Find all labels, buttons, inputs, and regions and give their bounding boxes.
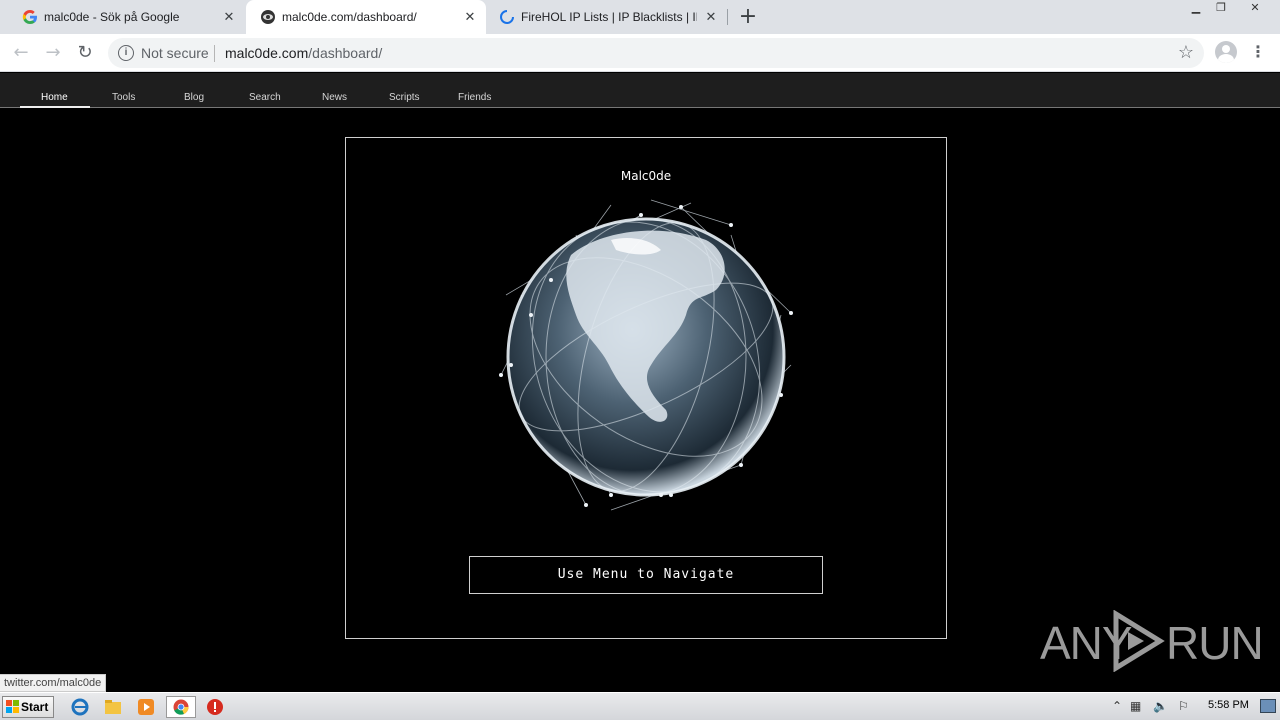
internet-explorer-icon[interactable] <box>70 697 90 717</box>
volume-icon[interactable]: 🔈 <box>1153 699 1168 713</box>
info-icon[interactable]: i <box>118 45 134 61</box>
navigate-prompt-button[interactable]: Use Menu to Navigate <box>469 556 823 594</box>
browser-tab-strip: malc0de - Sök på Google ✕ malc0de.com/da… <box>0 0 1280 34</box>
tab-dashboard[interactable]: malc0de.com/dashboard/ ✕ <box>246 0 486 34</box>
reload-button[interactable]: ↻ <box>73 41 97 65</box>
anyrun-watermark: ANY RUN <box>1040 608 1264 672</box>
network-globe-image <box>499 199 793 511</box>
windows-taskbar: Start ⌃ ▦ 🔈 ⚐ 5:58 PM <box>0 692 1280 720</box>
nav-search[interactable]: Search <box>249 92 281 103</box>
play-triangle-icon <box>1113 610 1165 672</box>
windows-logo-icon <box>6 700 19 713</box>
close-tab-icon[interactable]: ✕ <box>221 9 237 25</box>
security-label: Not secure <box>141 45 209 61</box>
close-tab-icon[interactable]: ✕ <box>462 9 478 25</box>
media-player-icon[interactable] <box>136 697 156 717</box>
active-nav-indicator <box>20 106 90 108</box>
new-tab-button[interactable]: + <box>737 6 759 29</box>
bookmark-star-icon[interactable]: ☆ <box>1178 42 1194 63</box>
minimize-button[interactable]: ▁ <box>1183 0 1209 18</box>
link-status-bubble: twitter.com/malc0de <box>0 674 107 692</box>
nav-friends[interactable]: Friends <box>458 92 491 103</box>
loading-spinner-icon <box>500 10 514 24</box>
watermark-text-right: RUN <box>1166 617 1264 669</box>
url-host: malc0de.com <box>225 45 309 61</box>
profile-avatar-icon[interactable] <box>1215 41 1237 63</box>
tab-title: malc0de.com/dashboard/ <box>282 10 417 24</box>
warning-shield-icon[interactable] <box>205 697 225 717</box>
nav-blog[interactable]: Blog <box>184 92 204 103</box>
start-button[interactable]: Start <box>2 696 54 718</box>
site-navigation: Home Tools Blog Search News Scripts Frie… <box>0 73 1280 108</box>
chrome-taskbar-button[interactable] <box>166 696 196 718</box>
tab-title: malc0de - Sök på Google <box>44 10 180 24</box>
address-bar[interactable]: i Not secure malc0de.com/dashboard/ ☆ <box>108 38 1204 68</box>
tab-firehol[interactable]: FireHOL IP Lists | IP Blacklists | IP Bl… <box>487 0 727 34</box>
dashboard-panel: Malc0de Use Menu to Navigate <box>345 137 947 639</box>
show-hidden-icons-icon[interactable]: ⌃ <box>1112 699 1122 713</box>
tab-google-search[interactable]: malc0de - Sök på Google ✕ <box>0 0 245 34</box>
action-center-flag-icon[interactable]: ⚐ <box>1178 699 1189 713</box>
network-icon[interactable]: ▦ <box>1130 699 1141 713</box>
site-icon <box>261 10 275 24</box>
restore-button[interactable]: ❐ <box>1208 0 1234 18</box>
show-desktop-icon[interactable] <box>1260 699 1276 713</box>
nav-tools[interactable]: Tools <box>112 92 135 103</box>
tab-separator <box>727 9 728 25</box>
panel-title: Malc0de <box>620 169 672 183</box>
back-button[interactable]: ← <box>9 41 33 65</box>
browser-menu-icon[interactable]: ⋮ <box>1250 42 1266 62</box>
file-explorer-icon[interactable] <box>103 697 123 717</box>
close-window-button[interactable]: ✕ <box>1240 0 1270 18</box>
nav-home[interactable]: Home <box>41 92 68 103</box>
browser-toolbar: ← → ↻ i Not secure malc0de.com/dashboard… <box>0 34 1280 72</box>
nav-scripts[interactable]: Scripts <box>389 92 420 103</box>
forward-button[interactable]: → <box>41 41 65 65</box>
divider <box>214 45 215 62</box>
url-path: /dashboard/ <box>308 45 383 61</box>
start-label: Start <box>21 700 49 714</box>
google-g-icon <box>22 10 37 24</box>
url-text: malc0de.com/dashboard/ <box>225 45 382 61</box>
chrome-icon <box>173 699 189 715</box>
tab-title: FireHOL IP Lists | IP Blacklists | IP Bl <box>521 10 697 24</box>
taskbar-clock[interactable]: 5:58 PM <box>1208 699 1249 711</box>
close-tab-icon[interactable]: ✕ <box>703 9 719 25</box>
nav-news[interactable]: News <box>322 92 347 103</box>
